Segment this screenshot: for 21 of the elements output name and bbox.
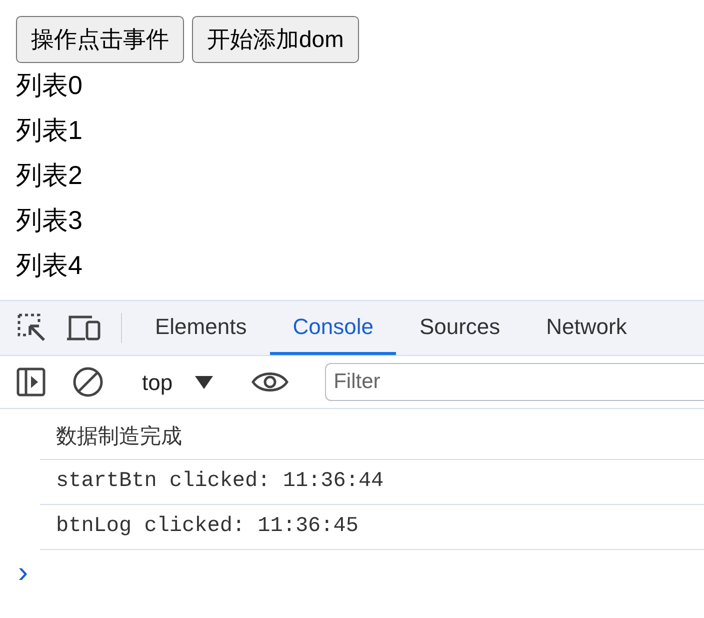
- console-message: startBtn clicked: 11:36:44: [40, 460, 704, 505]
- page-button[interactable]: 操作点击事件: [16, 16, 184, 63]
- console-message: 数据制造完成: [40, 415, 704, 460]
- context-dropdown[interactable]: top: [134, 366, 221, 398]
- devtools-tab[interactable]: Network: [523, 301, 650, 355]
- clear-icon[interactable]: [72, 366, 104, 398]
- device-icon[interactable]: [66, 313, 102, 343]
- devtools-tab[interactable]: Sources: [396, 301, 524, 355]
- list-item: 列表1: [16, 114, 84, 147]
- sidebar-icon[interactable]: [16, 367, 46, 397]
- list-item: 列表3: [16, 204, 84, 237]
- console-message: btnLog clicked: 11:36:45: [40, 505, 704, 550]
- devtools-tab[interactable]: Elements: [132, 301, 270, 355]
- devtools-tab[interactable]: Console: [270, 301, 396, 355]
- list-item: 列表4: [16, 249, 84, 282]
- console-prompt[interactable]: ›: [18, 550, 704, 595]
- list-item: 列表2: [16, 159, 84, 192]
- page-button[interactable]: 开始添加dom: [192, 16, 359, 63]
- caret-icon: [194, 376, 213, 388]
- filter-field[interactable]: Filter: [324, 363, 704, 401]
- list-item: 列表0: [16, 69, 84, 102]
